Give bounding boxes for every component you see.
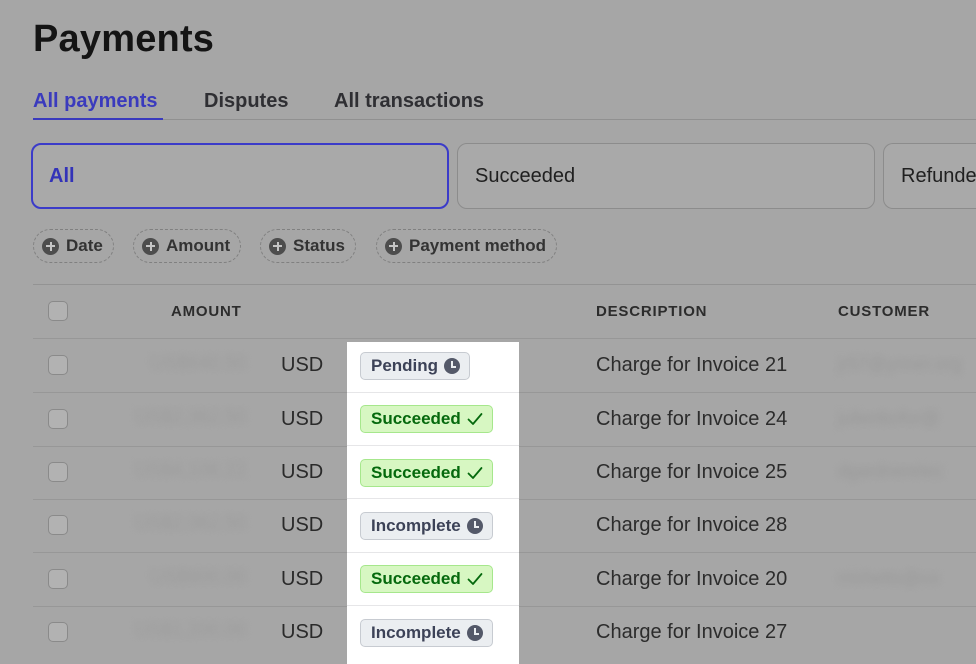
payments-page: Payments All payments Disputes All trans… (0, 0, 976, 664)
filter-label: Amount (166, 236, 231, 255)
amount-value: US$2,062.50 (135, 513, 246, 534)
clock-icon (466, 625, 483, 641)
row-divider (347, 498, 519, 499)
segment-refunded[interactable]: Refunded (883, 143, 976, 209)
filter-amount-chip[interactable]: Amount (133, 229, 242, 263)
amount-value: US$4,106.22 (135, 460, 246, 481)
description-text: Charge for Invoice 20 (596, 568, 788, 590)
status-label: Succeeded (371, 463, 461, 482)
status-badge-succeeded: Succeeded (360, 405, 493, 433)
clock-icon (466, 518, 483, 534)
table-row[interactable]: US$2,062.50 USD Charge for Invoice 28 (33, 499, 976, 553)
currency-code: USD (281, 514, 324, 536)
clock-icon (444, 358, 461, 374)
tab-all-transactions[interactable]: All transactions (334, 80, 504, 121)
table-row[interactable]: US$2,362.50 USD Charge for Invoice 24 ju… (33, 393, 976, 447)
status-badge-incomplete: Incomplete (360, 512, 493, 540)
amount-value: US$2,362.50 (135, 407, 246, 428)
table-row[interactable]: US$640.50 USD Charge for Invoice 21 jr57… (33, 339, 976, 393)
status-label: Incomplete (371, 623, 461, 642)
filter-label: Status (293, 236, 345, 255)
description-text: Charge for Invoice 25 (596, 461, 788, 483)
plus-circle-icon (42, 237, 59, 255)
amount-value: US$1,200.00 (135, 620, 246, 641)
status-label: Succeeded (371, 569, 461, 588)
description-text: Charge for Invoice 28 (596, 514, 788, 536)
description-text: Charge for Invoice 24 (596, 408, 788, 430)
segment-succeeded[interactable]: Succeeded (457, 143, 875, 209)
filter-label: Payment method (409, 236, 546, 255)
filter-status-chip[interactable]: Status (260, 229, 356, 263)
row-checkbox[interactable] (48, 462, 68, 482)
plus-circle-icon (385, 237, 402, 255)
status-badge-succeeded: Succeeded (360, 565, 493, 593)
customer-email: julienbofor@ (838, 408, 940, 428)
plus-circle-icon (269, 237, 286, 255)
customer-email: jr57@ynner.org (838, 354, 962, 374)
table-header-row (33, 285, 976, 339)
row-checkbox[interactable] (48, 622, 68, 642)
filter-date-chip[interactable]: Date (33, 229, 114, 263)
row-checkbox[interactable] (48, 355, 68, 375)
table-row[interactable]: US$1,200.00 USD Charge for Invoice 27 (33, 606, 976, 660)
customer-email: rrichetts@co (838, 568, 940, 588)
customer-email: dgardnerelec (838, 461, 944, 481)
status-badge-pending: Pending (360, 352, 471, 380)
checkmark-icon (467, 573, 483, 585)
currency-code: USD (281, 408, 324, 430)
row-checkbox[interactable] (48, 569, 68, 589)
tab-all-payments[interactable]: All payments (33, 80, 163, 121)
checkmark-icon (467, 413, 483, 425)
tab-bar-divider (33, 119, 976, 120)
status-badge-succeeded: Succeeded (360, 459, 493, 487)
amount-value: US$640.50 (150, 353, 246, 374)
row-divider (347, 392, 519, 393)
currency-code: USD (281, 568, 324, 590)
tab-disputes[interactable]: Disputes (204, 80, 299, 121)
amount-value: US$900.00 (150, 567, 246, 588)
page-title: Payments (33, 18, 215, 60)
status-badge-incomplete: Incomplete (360, 619, 493, 647)
row-checkbox[interactable] (48, 515, 68, 535)
filter-payment-method-chip[interactable]: Payment method (376, 229, 557, 263)
table-row[interactable]: US$4,106.22 USD Charge for Invoice 25 dg… (33, 446, 976, 500)
filter-label: Date (66, 236, 103, 255)
row-divider (347, 605, 519, 606)
row-checkbox[interactable] (48, 409, 68, 429)
segment-all[interactable]: All (31, 143, 449, 209)
currency-code: USD (281, 354, 324, 376)
status-label: Succeeded (371, 409, 461, 428)
status-label: Pending (371, 356, 439, 375)
row-divider (347, 445, 519, 446)
currency-code: USD (281, 461, 324, 483)
tab-bar: All payments Disputes All transactions (33, 80, 976, 121)
status-label: Incomplete (371, 516, 461, 535)
currency-code: USD (281, 621, 324, 643)
checkmark-icon (467, 467, 483, 479)
row-divider (347, 552, 519, 553)
table-row[interactable]: US$900.00 USD Charge for Invoice 20 rric… (33, 553, 976, 607)
description-text: Charge for Invoice 21 (596, 354, 788, 376)
description-text: Charge for Invoice 27 (596, 621, 788, 643)
plus-circle-icon (142, 237, 159, 255)
